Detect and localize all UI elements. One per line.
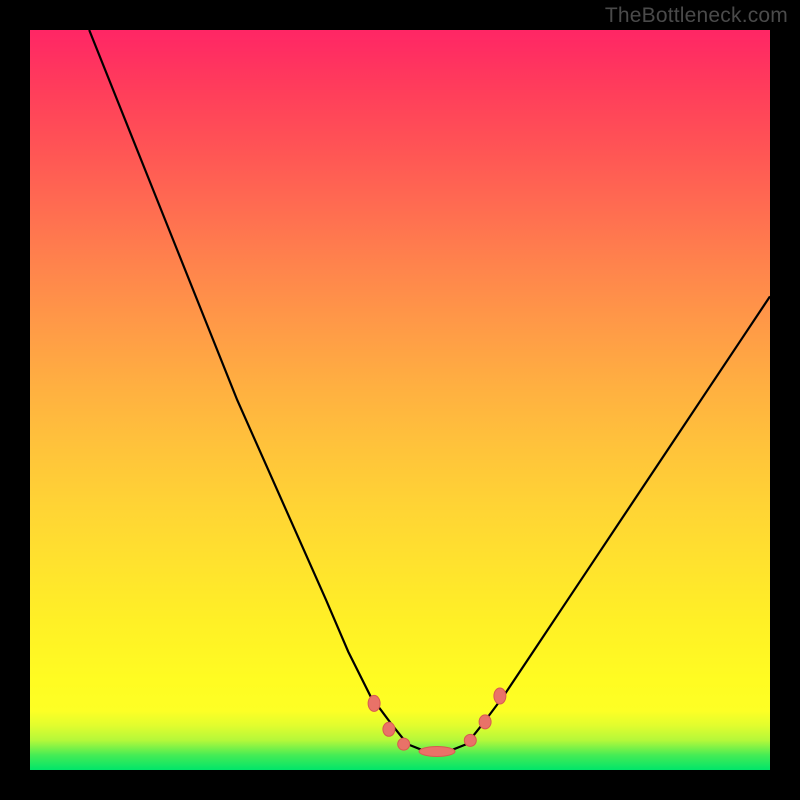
optimal-marker <box>419 747 455 757</box>
optimal-marker <box>368 695 380 711</box>
optimal-zone-markers <box>368 688 506 757</box>
watermark-text: TheBottleneck.com <box>605 4 788 28</box>
optimal-marker <box>383 722 395 736</box>
chart-frame: TheBottleneck.com <box>0 0 800 800</box>
optimal-marker <box>464 734 476 746</box>
bottleneck-curve <box>89 30 770 752</box>
optimal-marker <box>479 715 491 729</box>
optimal-marker <box>398 738 410 750</box>
plot-area <box>30 30 770 770</box>
chart-overlay <box>30 30 770 770</box>
optimal-marker <box>494 688 506 704</box>
